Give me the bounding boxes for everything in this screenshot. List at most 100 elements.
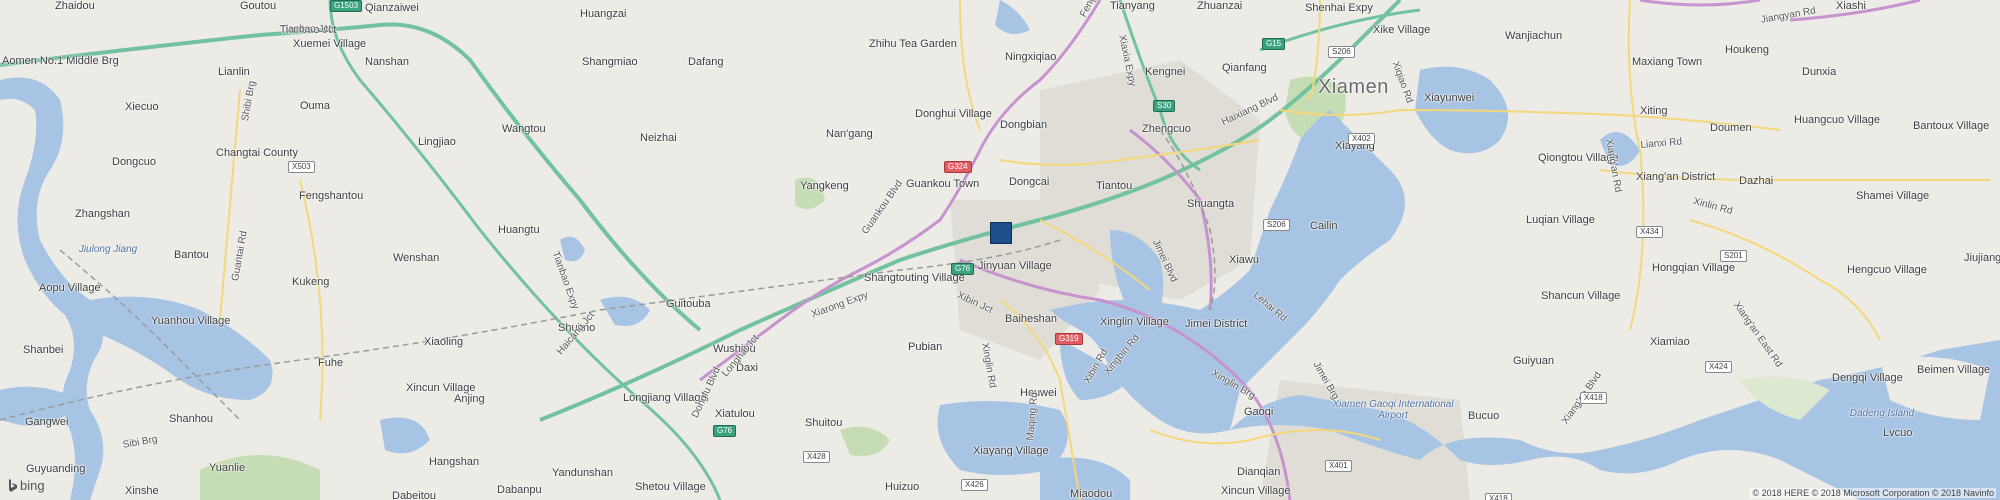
- place-label: Shangmiao: [582, 56, 638, 68]
- place-label: Guiyuan: [1513, 355, 1554, 367]
- road-shield: X401: [1325, 460, 1352, 472]
- place-label: Dabeitou: [392, 490, 437, 500]
- place-label: Dabanpu: [497, 484, 542, 496]
- road-shield: G1503: [330, 0, 363, 12]
- place-label: Doumen: [1710, 122, 1752, 134]
- place-label: Wanjiachun: [1505, 30, 1563, 42]
- place-label: Lvcuo: [1883, 427, 1913, 439]
- place-label: Anjing: [454, 393, 485, 405]
- place-label: Shenhai Expy: [1305, 2, 1373, 14]
- place-label: Kengnei: [1145, 66, 1186, 78]
- place-label: Zhihu Tea Garden: [869, 38, 957, 50]
- place-label: Houkeng: [1725, 44, 1770, 56]
- place-label: Aomen No.1 Middle Brg: [2, 55, 119, 67]
- place-label: Dongcuo: [112, 156, 157, 168]
- road-shield: G15: [1262, 38, 1286, 50]
- place-label: Shuangta: [1187, 198, 1235, 210]
- place-label: Xuemei Village: [293, 38, 367, 50]
- place-label: Lianlin: [218, 66, 250, 78]
- place-label: Miaodou: [1070, 488, 1113, 500]
- place-label: Neizhai: [640, 132, 677, 144]
- place-label: Xiayunwei: [1424, 92, 1475, 104]
- place-label: Jiujiang Village: [1964, 252, 2000, 264]
- road-shield: X426: [961, 479, 988, 491]
- map-base-layer: [0, 0, 2000, 500]
- road-shield: G76: [951, 263, 975, 275]
- road-shield: X418: [1580, 392, 1607, 404]
- city-label: Xiamen: [1318, 76, 1389, 98]
- place-label: Goutou: [240, 0, 277, 12]
- place-label: Maxiang Town: [1632, 56, 1703, 68]
- road-shield: G319: [1055, 333, 1083, 345]
- road-shield: X434: [1636, 226, 1663, 238]
- place-label: Xiang'an District: [1636, 171, 1716, 183]
- place-label: Dianqian: [1237, 466, 1281, 478]
- place-label: Xiaoling: [424, 336, 464, 348]
- place-label: Jimei District: [1185, 318, 1248, 330]
- place-label: Yuanlie: [209, 462, 246, 474]
- map-view[interactable]: Zhaidou Goutou Qianzaiwei Huangzai Tianyang Z…: [0, 0, 2000, 500]
- place-label: Beimen Village: [1917, 364, 1991, 376]
- place-label: Huangzai: [580, 8, 627, 20]
- place-label: Shanhou: [169, 413, 214, 425]
- place-label: Xiayang Village: [973, 445, 1049, 457]
- place-label: Guankou Town: [906, 178, 980, 190]
- place-label: Pubian: [908, 341, 943, 353]
- place-label: Gaoqi: [1244, 406, 1274, 418]
- place-label: Zhengcuo: [1142, 123, 1191, 135]
- road-shield: X402: [1348, 133, 1375, 145]
- road-shield: X503: [288, 161, 315, 173]
- place-label: Nan'gang: [826, 128, 873, 140]
- bing-logo[interactable]: bing: [8, 478, 45, 493]
- place-label: Jinyuan Village: [978, 260, 1052, 272]
- place-label: Shamei Village: [1856, 190, 1930, 202]
- place-label: Yangkeng: [800, 180, 849, 192]
- place-label: Hengcuo Village: [1847, 264, 1927, 276]
- place-label: Dongcai: [1009, 176, 1050, 188]
- road-shield: S206: [1328, 46, 1355, 58]
- road-shield: X424: [1705, 361, 1732, 373]
- place-label: Xiawu: [1229, 254, 1259, 266]
- place-label: Zhaidou: [55, 0, 95, 12]
- place-label: Xiamiao: [1650, 336, 1690, 348]
- place-label: Kukeng: [292, 276, 330, 288]
- place-label: Yandunshan: [552, 467, 613, 479]
- road-shield: S206: [1263, 219, 1290, 231]
- place-label: Donghui Village: [915, 108, 992, 120]
- place-label: Ningxiqiao: [1005, 51, 1057, 63]
- location-marker[interactable]: [990, 222, 1012, 244]
- bing-logo-icon: [8, 479, 18, 492]
- place-label: Qianfang: [1222, 62, 1267, 74]
- place-label: Xinshe: [125, 485, 159, 497]
- bing-logo-text: bing: [20, 478, 45, 493]
- place-label: Xinglin Village: [1100, 316, 1169, 328]
- road-shield: G324: [944, 161, 972, 173]
- road-shield: G76: [713, 425, 737, 437]
- place-label: Longjiang Village: [623, 392, 707, 404]
- place-label: Huangtu: [498, 224, 540, 236]
- road-shield: S201: [1720, 250, 1747, 262]
- place-label: Xiatulou: [715, 408, 755, 420]
- place-label: Dengqi Village: [1832, 372, 1903, 384]
- place-label: Zhuanzai: [1197, 0, 1243, 12]
- place-label: Guitouba: [666, 298, 711, 310]
- place-label: Xincun Village: [1221, 485, 1291, 497]
- place-label: Xiashi: [1836, 0, 1866, 12]
- place-label: Hangshan: [429, 456, 480, 468]
- place-label: Shetou Village: [635, 481, 706, 493]
- place-label: Bucuo: [1468, 410, 1500, 422]
- place-label: Bantou: [174, 249, 209, 261]
- place-label: Xiecuo: [125, 101, 159, 113]
- map-attribution: © 2018 HERE © 2018 Microsoft Corporation…: [1750, 488, 1996, 498]
- place-label: Zhangshan: [75, 208, 131, 220]
- water-label: Dadeng Island: [1849, 408, 1915, 419]
- place-label: Dafang: [688, 56, 724, 68]
- place-label: Lingjiao: [418, 136, 456, 148]
- road-shield: X418: [1485, 493, 1512, 500]
- place-label: Hongqian Village: [1652, 262, 1735, 274]
- place-label: Fengshantou: [299, 190, 364, 202]
- place-label: Wenshan: [393, 252, 440, 264]
- place-label: Changtai County: [216, 147, 298, 159]
- place-label: Luqian Village: [1526, 214, 1595, 226]
- place-label: Cailin: [1310, 220, 1338, 232]
